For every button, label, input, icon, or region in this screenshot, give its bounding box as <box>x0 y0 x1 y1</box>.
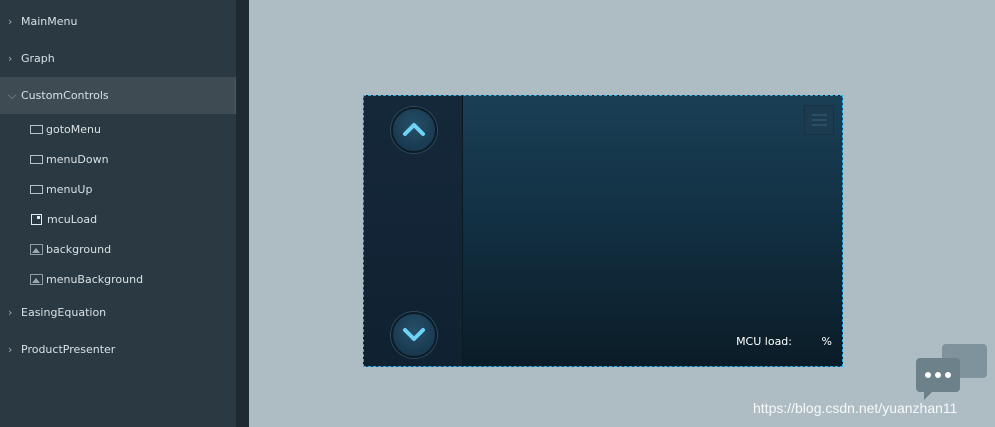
chevron-up-icon <box>403 123 425 136</box>
tree-item-label: MainMenu <box>21 15 78 28</box>
tree-item-label: Graph <box>21 52 55 65</box>
hamburger-icon <box>812 124 827 126</box>
tree-child-background[interactable]: background <box>0 234 236 264</box>
tree-child-menudown[interactable]: menuDown <box>0 144 236 174</box>
hamburger-icon <box>812 119 827 121</box>
screen-canvas[interactable]: MCU load: % <box>363 95 843 367</box>
chevron-right-icon[interactable]: › <box>8 15 20 28</box>
mcu-load-label: MCU load: <box>736 335 792 348</box>
mcu-load-value: % <box>821 335 832 348</box>
image-icon <box>30 273 43 285</box>
hamburger-icon <box>812 114 827 116</box>
tree-item-mainmenu[interactable]: › MainMenu <box>0 3 236 40</box>
tree-child-label: menuDown <box>46 152 109 166</box>
chevron-down-icon[interactable]: ⌵ <box>8 89 20 103</box>
tree-item-label: EasingEquation <box>21 306 107 319</box>
tree-item-label: ProductPresenter <box>21 343 116 356</box>
tree-child-menubackground[interactable]: menuBackground <box>0 264 236 294</box>
chat-bubble-icon <box>916 344 987 400</box>
chevron-right-icon[interactable]: › <box>8 306 20 319</box>
image-icon <box>30 243 43 255</box>
watermark-text: https://blog.csdn.net/yuanzhan11 <box>753 400 958 416</box>
tree-child-label: mcuLoad <box>47 212 98 226</box>
tree-child-mcuload[interactable]: mcuLoad <box>0 204 236 234</box>
textarea-icon <box>31 213 42 225</box>
menu-down-button[interactable] <box>391 312 437 358</box>
tree-child-label: background <box>46 242 112 256</box>
menu-up-button[interactable] <box>391 107 437 153</box>
tree-item-label: CustomControls <box>21 89 109 102</box>
goto-menu-button[interactable] <box>804 105 834 135</box>
button-icon <box>30 184 43 194</box>
tree-child-label: gotoMenu <box>46 122 101 136</box>
tree-item-graph[interactable]: › Graph <box>0 40 236 77</box>
panel-splitter[interactable] <box>236 0 249 427</box>
tree-item-productpresenter[interactable]: › ProductPresenter <box>0 331 236 368</box>
button-icon <box>30 154 43 164</box>
tree-item-easingequation[interactable]: › EasingEquation <box>0 294 236 331</box>
chevron-right-icon[interactable]: › <box>8 52 20 65</box>
tree-child-label: menuUp <box>46 182 93 196</box>
chevron-right-icon[interactable]: › <box>8 343 20 356</box>
tree-child-menuup[interactable]: menuUp <box>0 174 236 204</box>
tree-child-label: menuBackground <box>46 272 144 286</box>
tree-child-gotomenu[interactable]: gotoMenu <box>0 114 236 144</box>
chevron-down-icon <box>403 328 425 341</box>
tree-item-customcontrols[interactable]: ⌵ CustomControls <box>0 77 236 114</box>
tree-panel: › MainMenu › Graph ⌵ CustomControls goto… <box>0 0 236 427</box>
button-icon <box>30 124 43 134</box>
